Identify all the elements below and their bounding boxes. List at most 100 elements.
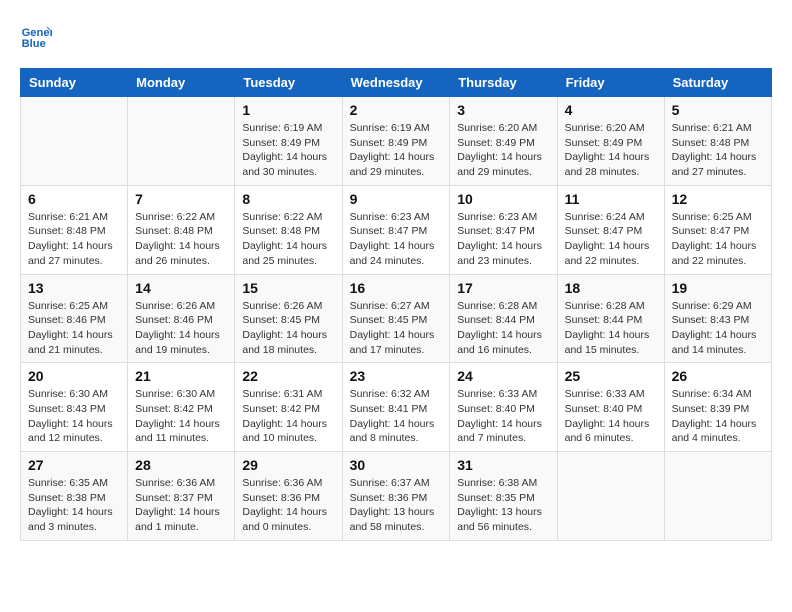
day-number: 10 bbox=[457, 191, 549, 207]
day-number: 21 bbox=[135, 368, 227, 384]
day-number: 31 bbox=[457, 457, 549, 473]
weekday-header-wednesday: Wednesday bbox=[342, 69, 450, 97]
day-number: 12 bbox=[672, 191, 764, 207]
day-info: Sunrise: 6:25 AM Sunset: 8:46 PM Dayligh… bbox=[28, 299, 120, 358]
calendar-day-empty bbox=[128, 97, 235, 186]
day-number: 3 bbox=[457, 102, 549, 118]
calendar-week-row: 6 Sunrise: 6:21 AM Sunset: 8:48 PM Daylig… bbox=[21, 185, 772, 274]
day-number: 29 bbox=[242, 457, 334, 473]
calendar-day-11: 11 Sunrise: 6:24 AM Sunset: 8:47 PM Dayli… bbox=[557, 185, 664, 274]
day-info: Sunrise: 6:36 AM Sunset: 8:36 PM Dayligh… bbox=[242, 476, 334, 535]
day-info: Sunrise: 6:20 AM Sunset: 8:49 PM Dayligh… bbox=[565, 121, 657, 180]
calendar-day-5: 5Sunrise: 6:21 AM Sunset: 8:48 PM Daylig… bbox=[664, 97, 771, 186]
day-number: 6 bbox=[28, 191, 120, 207]
weekday-header-saturday: Saturday bbox=[664, 69, 771, 97]
day-info: Sunrise: 6:35 AM Sunset: 8:38 PM Dayligh… bbox=[28, 476, 120, 535]
calendar-day-4: 4 Sunrise: 6:20 AM Sunset: 8:49 PM Daylig… bbox=[557, 97, 664, 186]
calendar-day-19: 19Sunrise: 6:29 AM Sunset: 8:43 PM Dayli… bbox=[664, 274, 771, 363]
day-info: Sunrise: 6:20 AM Sunset: 8:49 PM Dayligh… bbox=[457, 121, 549, 180]
day-info: Sunrise: 6:24 AM Sunset: 8:47 PM Dayligh… bbox=[565, 210, 657, 269]
day-number: 15 bbox=[242, 280, 334, 296]
calendar-day-17: 17Sunrise: 6:28 AM Sunset: 8:44 PM Dayli… bbox=[450, 274, 557, 363]
calendar-day-10: 10 Sunrise: 6:23 AM Sunset: 8:47 PM Dayli… bbox=[450, 185, 557, 274]
calendar-week-row: 27 Sunrise: 6:35 AM Sunset: 8:38 PM Dayli… bbox=[21, 452, 772, 541]
weekday-header-row: SundayMondayTuesdayWednesdayThursdayFrid… bbox=[21, 69, 772, 97]
day-info: Sunrise: 6:27 AM Sunset: 8:45 PM Dayligh… bbox=[350, 299, 443, 358]
calendar-day-1: 1 Sunrise: 6:19 AM Sunset: 8:49 PM Daylig… bbox=[235, 97, 342, 186]
calendar-day-13: 13 Sunrise: 6:25 AM Sunset: 8:46 PM Dayli… bbox=[21, 274, 128, 363]
day-number: 25 bbox=[565, 368, 657, 384]
day-info: Sunrise: 6:34 AM Sunset: 8:39 PM Dayligh… bbox=[672, 387, 764, 446]
day-info: Sunrise: 6:32 AM Sunset: 8:41 PM Dayligh… bbox=[350, 387, 443, 446]
calendar-day-18: 18Sunrise: 6:28 AM Sunset: 8:44 PM Dayli… bbox=[557, 274, 664, 363]
weekday-header-sunday: Sunday bbox=[21, 69, 128, 97]
logo-icon: General Blue bbox=[20, 20, 52, 52]
weekday-header-monday: Monday bbox=[128, 69, 235, 97]
calendar-day-7: 7 Sunrise: 6:22 AM Sunset: 8:48 PM Daylig… bbox=[128, 185, 235, 274]
day-number: 8 bbox=[242, 191, 334, 207]
day-info: Sunrise: 6:19 AM Sunset: 8:49 PM Dayligh… bbox=[242, 121, 334, 180]
day-number: 22 bbox=[242, 368, 334, 384]
day-number: 23 bbox=[350, 368, 443, 384]
page-header: General Blue bbox=[20, 20, 772, 52]
calendar-day-empty bbox=[664, 452, 771, 541]
day-number: 18 bbox=[565, 280, 657, 296]
weekday-header-friday: Friday bbox=[557, 69, 664, 97]
day-info: Sunrise: 6:22 AM Sunset: 8:48 PM Dayligh… bbox=[135, 210, 227, 269]
calendar-table: SundayMondayTuesdayWednesdayThursdayFrid… bbox=[20, 68, 772, 541]
day-info: Sunrise: 6:26 AM Sunset: 8:46 PM Dayligh… bbox=[135, 299, 227, 358]
calendar-day-21: 21Sunrise: 6:30 AM Sunset: 8:42 PM Dayli… bbox=[128, 363, 235, 452]
day-info: Sunrise: 6:26 AM Sunset: 8:45 PM Dayligh… bbox=[242, 299, 334, 358]
day-info: Sunrise: 6:30 AM Sunset: 8:43 PM Dayligh… bbox=[28, 387, 120, 446]
calendar-day-30: 30Sunrise: 6:37 AM Sunset: 8:36 PM Dayli… bbox=[342, 452, 450, 541]
day-info: Sunrise: 6:23 AM Sunset: 8:47 PM Dayligh… bbox=[350, 210, 443, 269]
day-number: 7 bbox=[135, 191, 227, 207]
calendar-day-12: 12 Sunrise: 6:25 AM Sunset: 8:47 PM Dayli… bbox=[664, 185, 771, 274]
day-info: Sunrise: 6:23 AM Sunset: 8:47 PM Dayligh… bbox=[457, 210, 549, 269]
day-number: 14 bbox=[135, 280, 227, 296]
svg-text:Blue: Blue bbox=[22, 38, 46, 50]
calendar-week-row: 20 Sunrise: 6:30 AM Sunset: 8:43 PM Dayli… bbox=[21, 363, 772, 452]
day-number: 26 bbox=[672, 368, 764, 384]
day-number: 24 bbox=[457, 368, 549, 384]
day-number: 20 bbox=[28, 368, 120, 384]
day-number: 28 bbox=[135, 457, 227, 473]
calendar-day-31: 31 Sunrise: 6:38 AM Sunset: 8:35 PM Dayli… bbox=[450, 452, 557, 541]
day-number: 1 bbox=[242, 102, 334, 118]
calendar-day-22: 22 Sunrise: 6:31 AM Sunset: 8:42 PM Dayli… bbox=[235, 363, 342, 452]
calendar-day-23: 23 Sunrise: 6:32 AM Sunset: 8:41 PM Dayli… bbox=[342, 363, 450, 452]
day-number: 9 bbox=[350, 191, 443, 207]
day-info: Sunrise: 6:37 AM Sunset: 8:36 PM Dayligh… bbox=[350, 476, 443, 535]
weekday-header-thursday: Thursday bbox=[450, 69, 557, 97]
day-number: 13 bbox=[28, 280, 120, 296]
day-info: Sunrise: 6:38 AM Sunset: 8:35 PM Dayligh… bbox=[457, 476, 549, 535]
day-number: 27 bbox=[28, 457, 120, 473]
calendar-day-29: 29 Sunrise: 6:36 AM Sunset: 8:36 PM Dayli… bbox=[235, 452, 342, 541]
day-number: 16 bbox=[350, 280, 443, 296]
calendar-day-3: 3 Sunrise: 6:20 AM Sunset: 8:49 PM Daylig… bbox=[450, 97, 557, 186]
day-info: Sunrise: 6:25 AM Sunset: 8:47 PM Dayligh… bbox=[672, 210, 764, 269]
calendar-day-empty bbox=[21, 97, 128, 186]
weekday-header-tuesday: Tuesday bbox=[235, 69, 342, 97]
calendar-day-26: 26 Sunrise: 6:34 AM Sunset: 8:39 PM Dayli… bbox=[664, 363, 771, 452]
calendar-day-27: 27 Sunrise: 6:35 AM Sunset: 8:38 PM Dayli… bbox=[21, 452, 128, 541]
calendar-day-25: 25 Sunrise: 6:33 AM Sunset: 8:40 PM Dayli… bbox=[557, 363, 664, 452]
svg-text:General: General bbox=[22, 27, 52, 39]
day-info: Sunrise: 6:33 AM Sunset: 8:40 PM Dayligh… bbox=[457, 387, 549, 446]
calendar-week-row: 13 Sunrise: 6:25 AM Sunset: 8:46 PM Dayli… bbox=[21, 274, 772, 363]
day-info: Sunrise: 6:21 AM Sunset: 8:48 PM Dayligh… bbox=[672, 121, 764, 180]
calendar-day-20: 20 Sunrise: 6:30 AM Sunset: 8:43 PM Dayli… bbox=[21, 363, 128, 452]
calendar-day-14: 14 Sunrise: 6:26 AM Sunset: 8:46 PM Dayli… bbox=[128, 274, 235, 363]
calendar-day-empty bbox=[557, 452, 664, 541]
calendar-day-15: 15 Sunrise: 6:26 AM Sunset: 8:45 PM Dayli… bbox=[235, 274, 342, 363]
day-number: 2 bbox=[350, 102, 443, 118]
day-info: Sunrise: 6:33 AM Sunset: 8:40 PM Dayligh… bbox=[565, 387, 657, 446]
day-info: Sunrise: 6:31 AM Sunset: 8:42 PM Dayligh… bbox=[242, 387, 334, 446]
calendar-week-row: 1 Sunrise: 6:19 AM Sunset: 8:49 PM Daylig… bbox=[21, 97, 772, 186]
day-info: Sunrise: 6:29 AM Sunset: 8:43 PM Dayligh… bbox=[672, 299, 764, 358]
day-number: 11 bbox=[565, 191, 657, 207]
day-number: 4 bbox=[565, 102, 657, 118]
logo: General Blue bbox=[20, 20, 56, 52]
calendar-day-6: 6 Sunrise: 6:21 AM Sunset: 8:48 PM Daylig… bbox=[21, 185, 128, 274]
day-info: Sunrise: 6:21 AM Sunset: 8:48 PM Dayligh… bbox=[28, 210, 120, 269]
